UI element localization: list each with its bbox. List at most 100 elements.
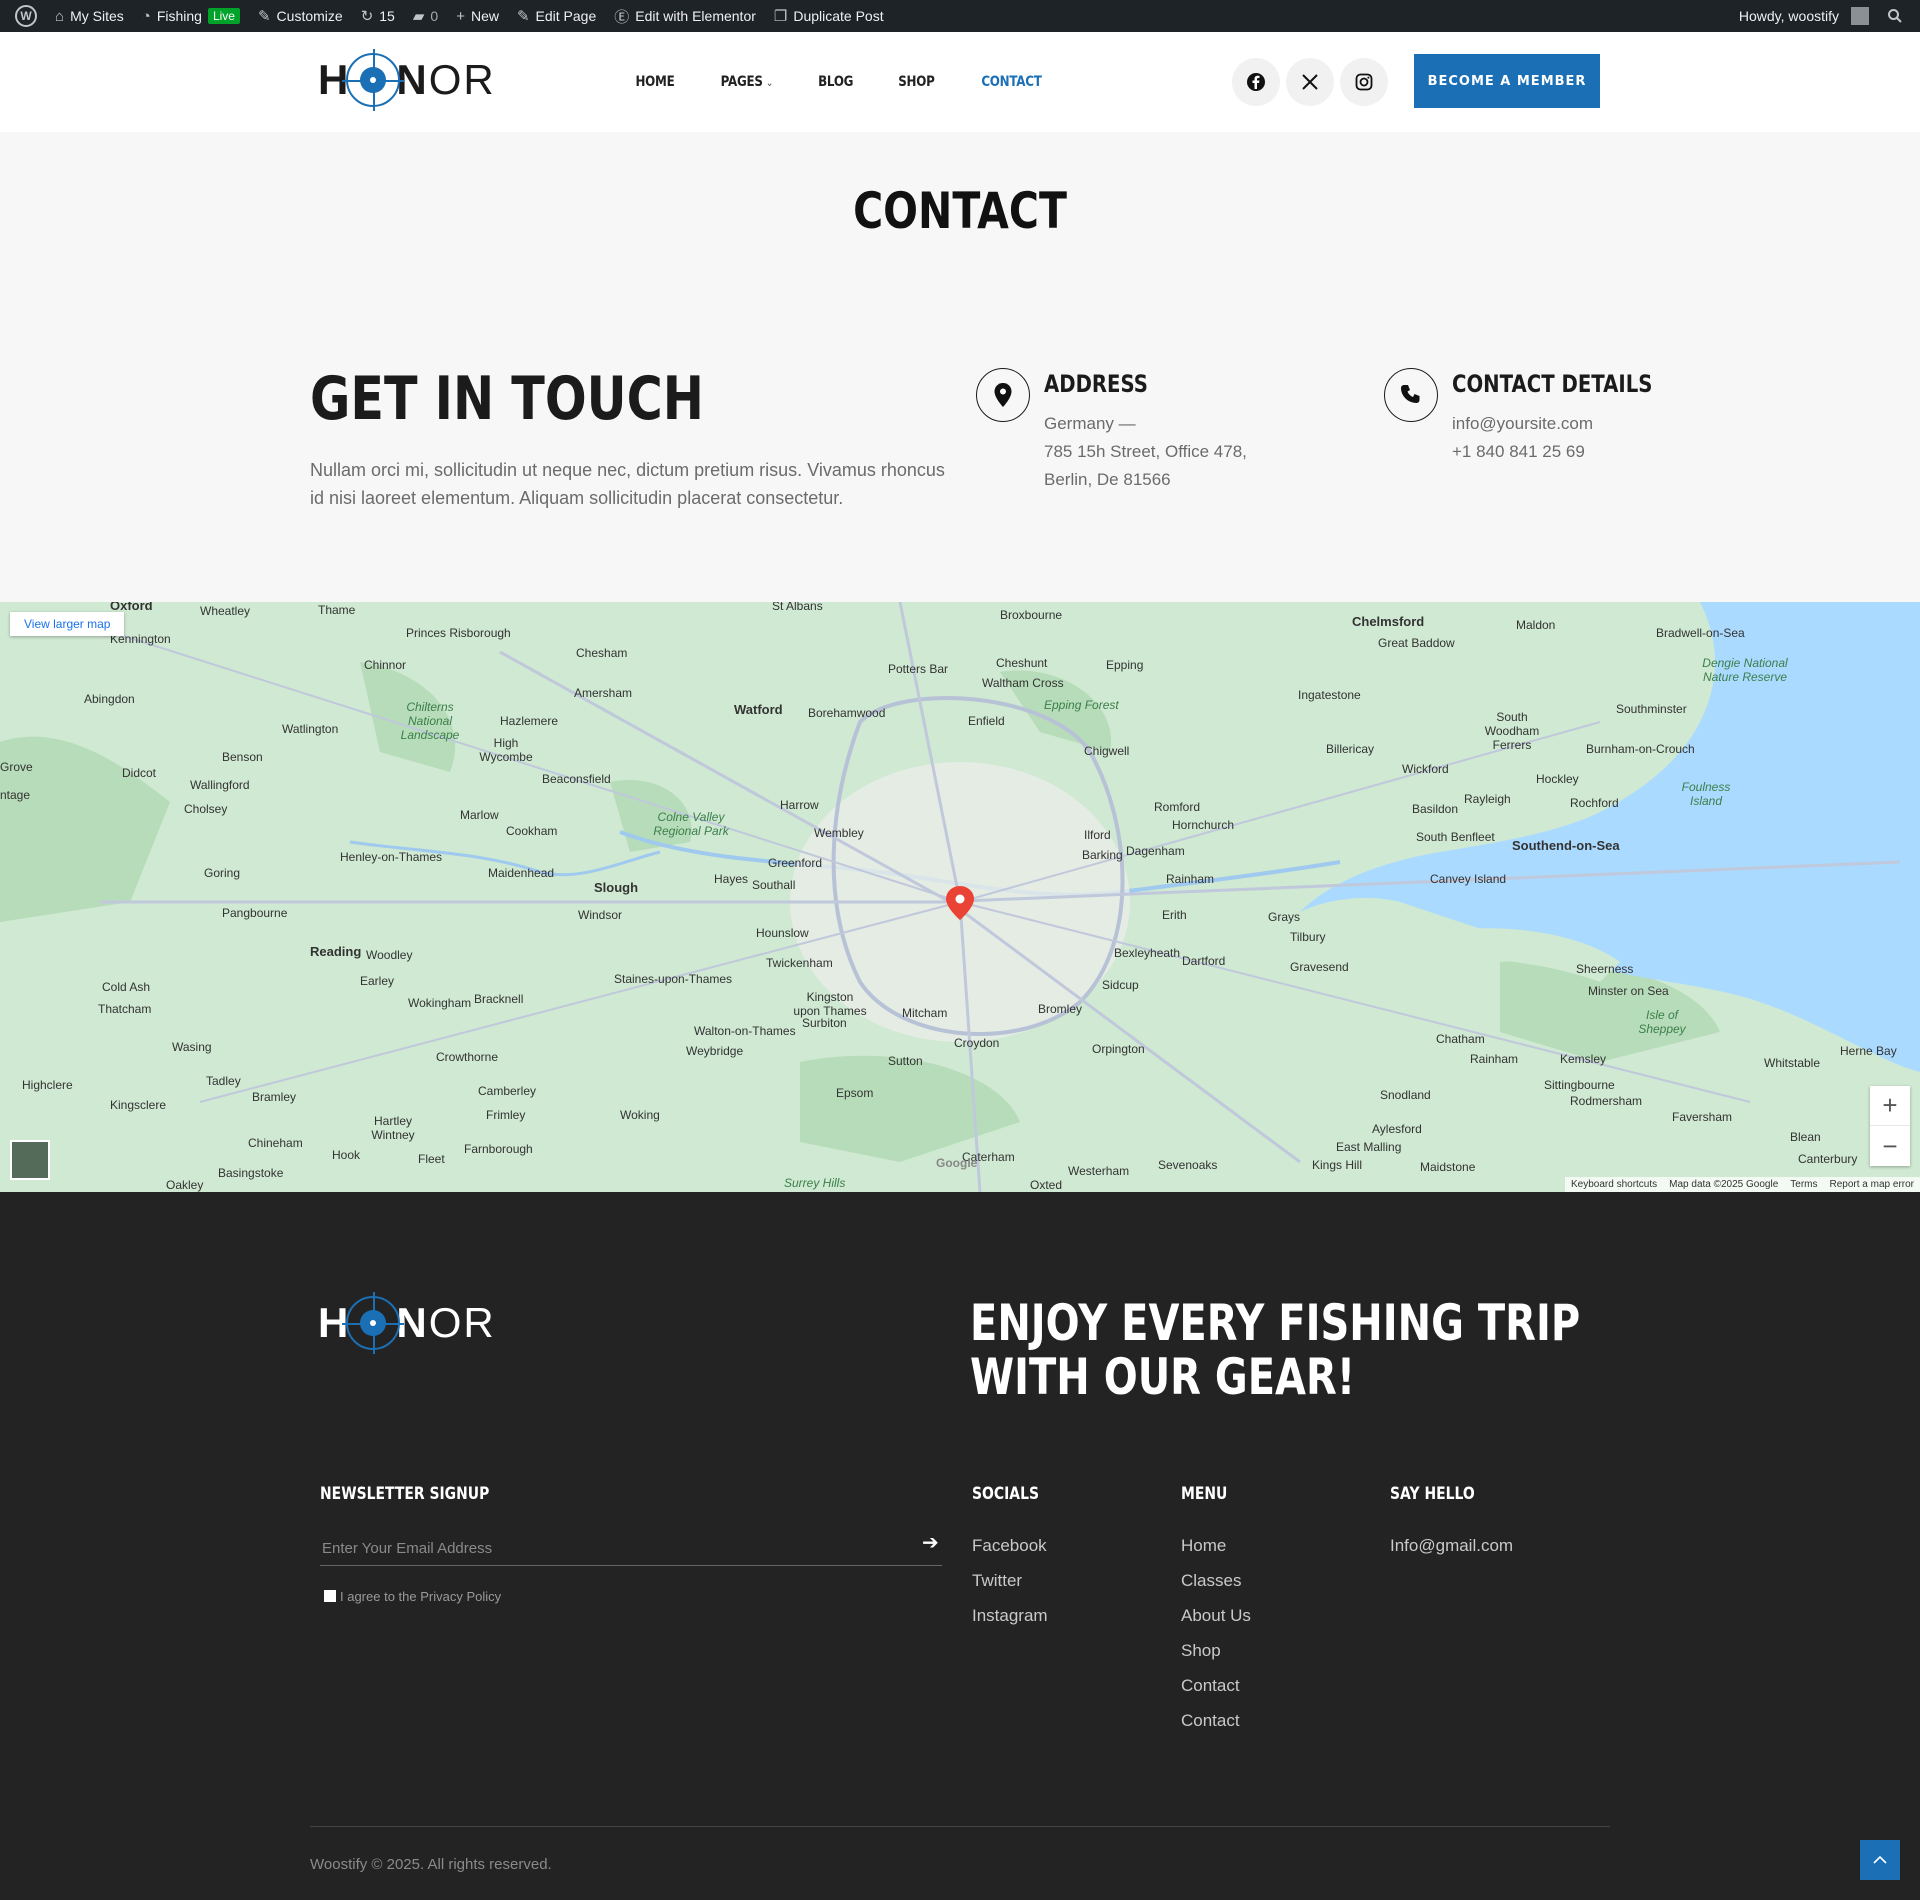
facebook-button[interactable]: [1232, 58, 1280, 106]
site-name-label: Fishing: [156, 8, 202, 24]
map-place: Maidenhead: [488, 866, 555, 880]
map-place: Hounslow: [756, 926, 809, 940]
logo-letters-or: OR: [428, 1299, 496, 1346]
report-map-error-link[interactable]: Report a map error: [1830, 1179, 1914, 1190]
map-place: Cholsey: [184, 802, 228, 816]
nav-home[interactable]: HOME: [635, 74, 674, 90]
edit-page-link[interactable]: ✎ Edit Page: [508, 0, 605, 32]
updates-link[interactable]: ↻ 15: [352, 0, 404, 32]
map-place: Marlow: [460, 808, 499, 822]
map-place: Erith: [1162, 908, 1187, 922]
footer-menu-about[interactable]: About Us: [1181, 1606, 1251, 1626]
nav-blog[interactable]: BLOG: [819, 74, 854, 90]
nav-shop[interactable]: SHOP: [898, 74, 935, 90]
view-larger-map-link[interactable]: View larger map: [10, 612, 125, 636]
satellite-toggle[interactable]: [10, 1140, 50, 1180]
map-place: Mitcham: [902, 1006, 948, 1020]
duplicate-post-link[interactable]: ❐ Duplicate Post: [765, 0, 893, 32]
newsletter-email-input[interactable]: [320, 1532, 942, 1566]
map-place: Watlington: [282, 722, 339, 736]
map-place: Rainham: [1470, 1052, 1519, 1066]
map-place: Crowthorne: [436, 1050, 499, 1064]
map-place: Twickenham: [766, 956, 833, 970]
footer-logo[interactable]: H N OR: [318, 1292, 496, 1354]
site-header: H N OR HOME PAGES ⌄ BLOG SHOP CONTACT BEC…: [0, 32, 1920, 132]
map-place: Wheatley: [200, 604, 251, 618]
footer-menu-contact[interactable]: Contact: [1181, 1676, 1240, 1696]
map-place: Chinnor: [364, 658, 407, 672]
map-place: Epping Forest: [1044, 698, 1119, 712]
map-place: Goring: [204, 866, 241, 880]
site-name-link[interactable]: ◔ Fishing Live: [133, 0, 249, 32]
account-menu[interactable]: Howdy, woostify: [1730, 0, 1878, 32]
wordpress-menu[interactable]: W: [0, 0, 46, 32]
map-place: Gravesend: [1290, 960, 1349, 974]
map-place: Faversham: [1672, 1110, 1733, 1124]
zoom-out-button[interactable]: −: [1870, 1126, 1910, 1166]
map-place: Hornchurch: [1172, 818, 1235, 832]
map-terms-link[interactable]: Terms: [1790, 1179, 1817, 1190]
zoom-in-button[interactable]: +: [1870, 1086, 1910, 1126]
map-place: Oakley: [166, 1178, 204, 1192]
instagram-button[interactable]: [1340, 58, 1388, 106]
map-place: Tilbury: [1290, 930, 1326, 944]
map-place: East Malling: [1336, 1140, 1402, 1154]
keyboard-shortcuts-link[interactable]: Keyboard shortcuts: [1571, 1179, 1657, 1190]
comments-link[interactable]: ▰ 0: [404, 0, 447, 32]
google-map[interactable]: Oxford Wheatley Thame St Albans Broxbour…: [0, 602, 1920, 1192]
duplicate-post-label: Duplicate Post: [793, 8, 884, 24]
map-place: Hook: [332, 1148, 361, 1162]
plus-icon: +: [456, 7, 465, 25]
map-place: Woodley: [366, 948, 413, 962]
map-place: Fleet: [418, 1152, 445, 1166]
edit-page-label: Edit Page: [535, 8, 597, 24]
map-place: Colne Valley Regional Park: [653, 810, 729, 838]
footer-social-facebook[interactable]: Facebook: [972, 1536, 1047, 1556]
map-place: Rochford: [1570, 796, 1619, 810]
map-place: Epping: [1106, 658, 1144, 672]
scroll-to-top-button[interactable]: [1860, 1840, 1900, 1880]
site-logo[interactable]: H N OR: [318, 49, 496, 111]
footer-menu-contact-2[interactable]: Contact: [1181, 1711, 1240, 1731]
customize-link[interactable]: ✎ Customize: [249, 0, 352, 32]
admin-search[interactable]: [1878, 0, 1912, 32]
map-place: Thatcham: [98, 1002, 152, 1016]
map-place: Rodmersham: [1570, 1094, 1643, 1108]
map-place: Reading: [310, 944, 362, 959]
arrow-right-icon[interactable]: ➔: [922, 1530, 939, 1555]
footer-divider: [310, 1826, 1610, 1827]
become-member-button[interactable]: BECOME A MEMBER: [1414, 54, 1600, 108]
map-place: Wasing: [172, 1040, 212, 1054]
map-place: Enfield: [968, 714, 1005, 728]
contact-phone[interactable]: +1 840 841 25 69: [1452, 442, 1585, 462]
footer-menu-shop[interactable]: Shop: [1181, 1641, 1221, 1661]
footer-social-instagram[interactable]: Instagram: [972, 1606, 1048, 1626]
chevron-up-icon: [1873, 1855, 1887, 1864]
map-place: Southend-on-Sea: [1512, 838, 1620, 853]
footer-menu-classes[interactable]: Classes: [1181, 1571, 1241, 1591]
contact-email[interactable]: info@yoursite.com: [1452, 414, 1593, 434]
footer-social-twitter[interactable]: Twitter: [972, 1571, 1022, 1591]
footer-menu-home[interactable]: Home: [1181, 1536, 1226, 1556]
privacy-checkbox[interactable]: [324, 1590, 336, 1602]
map-place: Hazlemere: [500, 714, 559, 728]
my-sites-link[interactable]: ⌂ My Sites: [46, 0, 133, 32]
footer-tagline: ENJOY EVERY FISHING TRIP WITH OUR GEAR!: [970, 1296, 1580, 1404]
logo-letters-or: OR: [428, 56, 496, 103]
phone-icon: [1384, 368, 1438, 422]
nav-contact[interactable]: CONTACT: [981, 74, 1042, 90]
address-line-3: Berlin, De 81566: [1044, 470, 1171, 489]
footer-hello-email[interactable]: Info@gmail.com: [1390, 1536, 1513, 1556]
map-place: Dartford: [1182, 954, 1226, 968]
map-data-label: Map data ©2025 Google: [1669, 1179, 1779, 1190]
nav-pages[interactable]: PAGES ⌄: [721, 74, 774, 90]
edit-elementor-link[interactable]: Ⓔ Edit with Elementor: [605, 0, 765, 32]
map-place: Chilterns National Landscape: [400, 700, 460, 742]
target-icon: [342, 1292, 405, 1354]
map-place: Maldon: [1516, 618, 1556, 632]
wordpress-icon: W: [15, 5, 37, 27]
new-content-link[interactable]: + New: [447, 0, 508, 32]
x-button[interactable]: [1286, 58, 1334, 106]
map-place: Amersham: [574, 686, 633, 700]
address-title: ADDRESS: [1044, 370, 1148, 398]
